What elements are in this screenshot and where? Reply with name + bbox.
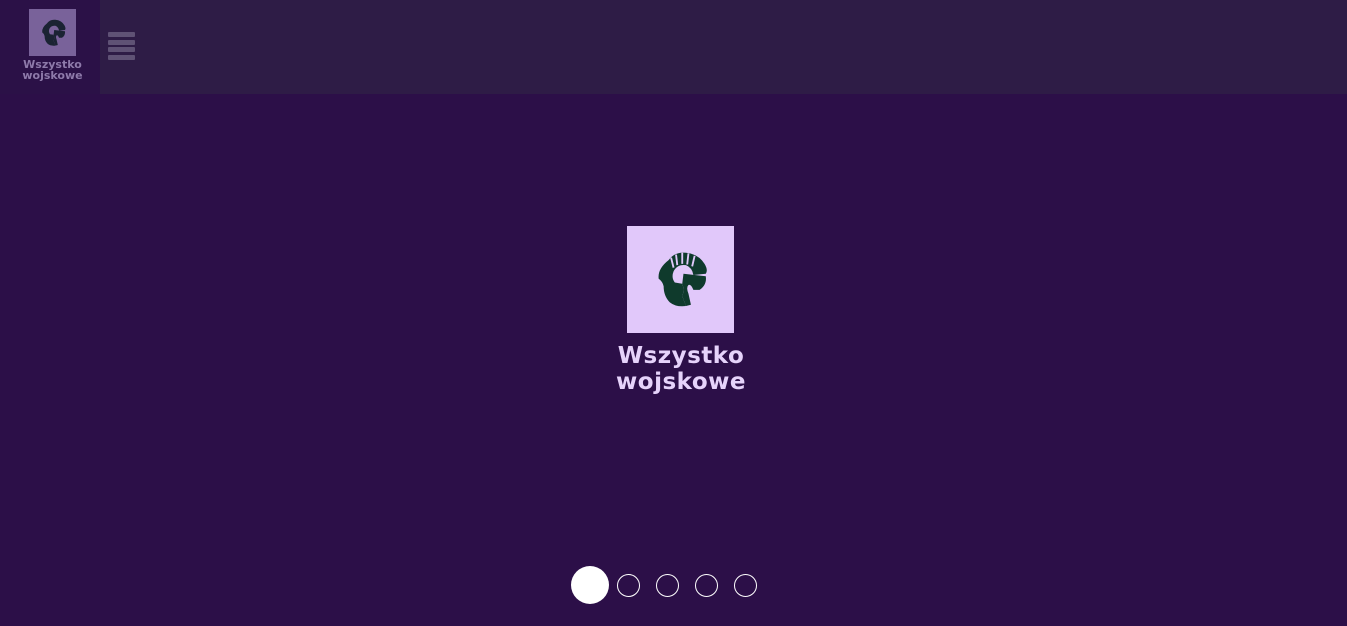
menu-line: [108, 39, 135, 45]
hamburger-menu-icon[interactable]: [108, 32, 135, 60]
menu-line: [108, 47, 135, 53]
hero-title: Wszystko wojskowe: [616, 343, 746, 395]
spartan-helmet-icon: [658, 252, 707, 306]
carousel-dot-3[interactable]: [656, 573, 679, 597]
logo-text: Wszystko wojskowe: [22, 58, 83, 82]
carousel-dot-4[interactable]: [695, 573, 718, 597]
spartan-helmet-icon: [41, 19, 65, 46]
menu-line: [108, 54, 135, 60]
carousel-dots: [571, 566, 757, 604]
carousel-dot-2[interactable]: [617, 573, 640, 597]
carousel-dot-1[interactable]: [571, 566, 609, 604]
page: Wszystko wojskowe Wszystko wojskowe: [0, 0, 1347, 626]
logo-box: [29, 9, 76, 56]
top-bar: [100, 0, 1347, 94]
header: Wszystko wojskowe: [0, 0, 1347, 94]
carousel-dot-5[interactable]: [734, 573, 757, 597]
header-logo[interactable]: Wszystko wojskowe: [0, 0, 100, 94]
hero-logo: [627, 226, 734, 333]
menu-line: [108, 32, 135, 37]
